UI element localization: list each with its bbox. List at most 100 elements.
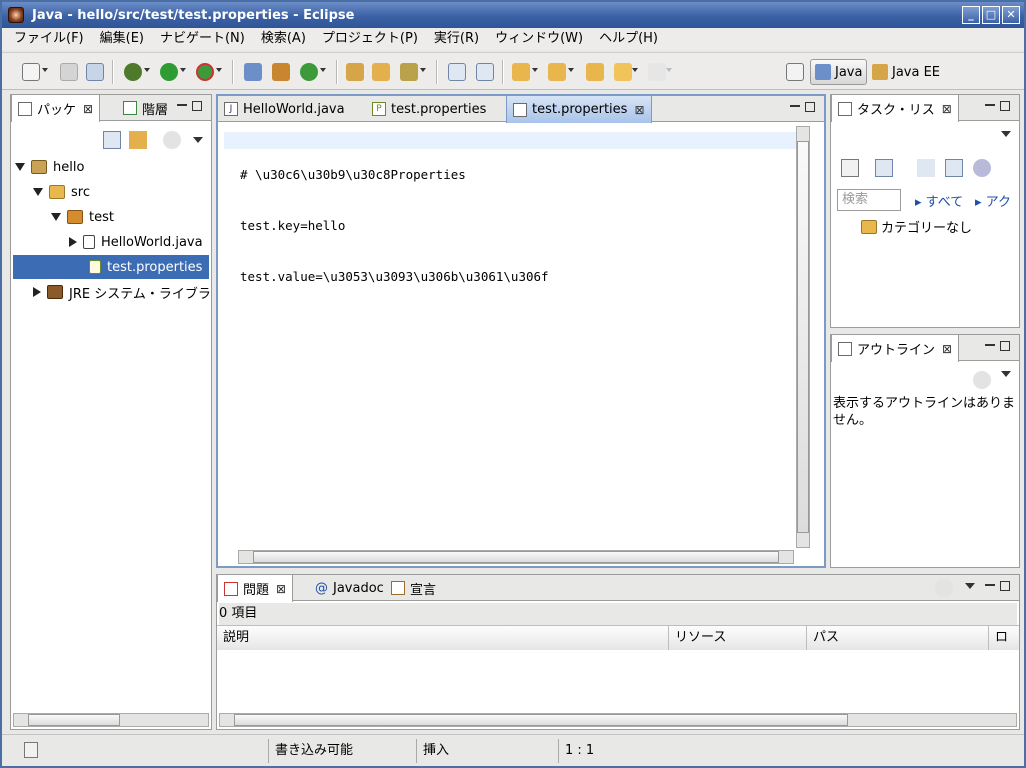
run-dropdown-icon[interactable] xyxy=(180,68,186,72)
debug-dropdown-icon[interactable] xyxy=(144,68,150,72)
tab-hierarchy[interactable]: 階層 xyxy=(117,95,174,121)
outline-action-icon[interactable] xyxy=(973,371,991,389)
new-dropdown-icon[interactable] xyxy=(42,68,48,72)
expand-icon[interactable] xyxy=(51,213,61,221)
forward-icon[interactable] xyxy=(648,63,666,81)
print-icon[interactable] xyxy=(86,63,104,81)
tab-helloworld-java[interactable]: J HelloWorld.java xyxy=(218,96,351,122)
view-menu-dropdown-icon[interactable] xyxy=(193,137,203,143)
new-class-icon[interactable] xyxy=(300,63,318,81)
minimize-icon[interactable] xyxy=(177,104,187,107)
run-icon[interactable] xyxy=(160,63,178,81)
maximize-icon[interactable] xyxy=(192,101,202,111)
perspective-java[interactable]: Java xyxy=(810,59,868,85)
view-menu-icon[interactable] xyxy=(163,131,181,149)
debug-icon[interactable] xyxy=(124,63,142,81)
filter-all-link[interactable]: ▸ すべて xyxy=(915,191,963,210)
tab-test-properties-2[interactable]: test.properties ⊠ xyxy=(506,96,652,123)
maximize-window-button[interactable]: □ xyxy=(982,6,1000,24)
new-icon[interactable] xyxy=(22,63,40,81)
horizontal-scrollbar[interactable] xyxy=(238,550,794,564)
fast-view-icon[interactable] xyxy=(24,742,38,758)
expand-icon[interactable] xyxy=(33,287,41,297)
show-whitespace-icon[interactable] xyxy=(476,63,494,81)
horizontal-scrollbar[interactable] xyxy=(13,713,209,727)
close-icon[interactable]: ⊠ xyxy=(942,342,952,356)
perspective-java-ee[interactable]: Java EE xyxy=(868,59,944,85)
task-category-row[interactable]: カテゴリーなし xyxy=(861,217,972,236)
open-folder-icon[interactable] xyxy=(372,63,390,81)
synchronize-icon[interactable] xyxy=(973,159,991,177)
search-dropdown-icon[interactable] xyxy=(420,68,426,72)
open-type-icon[interactable] xyxy=(346,63,364,81)
task-search-input[interactable]: 検索 xyxy=(837,189,901,211)
tab-package-explorer[interactable]: パッケ ⊠ xyxy=(11,95,101,122)
column-resource[interactable]: リソース xyxy=(669,626,807,650)
tree-node-jre-library[interactable]: JRE システム・ライブラ xyxy=(33,280,211,304)
minimize-icon[interactable] xyxy=(985,104,995,107)
open-perspective-icon[interactable] xyxy=(786,63,804,81)
tab-declaration[interactable]: 宣言 xyxy=(385,575,442,601)
close-window-button[interactable]: ✕ xyxy=(1002,6,1020,24)
back-icon[interactable] xyxy=(614,63,632,81)
menu-search[interactable]: 検索(A) xyxy=(253,28,314,50)
column-path[interactable]: パス xyxy=(807,626,989,650)
minimize-icon[interactable] xyxy=(985,584,995,587)
tab-javadoc[interactable]: @ Javadoc xyxy=(309,575,390,601)
view-menu-dropdown-icon[interactable] xyxy=(1001,131,1011,137)
scrollbar-thumb[interactable] xyxy=(253,551,779,563)
link-with-editor-icon[interactable] xyxy=(129,131,147,149)
close-icon[interactable]: ⊠ xyxy=(83,102,93,116)
menu-navigate[interactable]: ナビゲート(N) xyxy=(152,28,253,50)
tree-node-test[interactable]: test xyxy=(51,205,201,229)
expand-icon[interactable] xyxy=(33,188,43,196)
close-icon[interactable]: ⊠ xyxy=(634,103,644,117)
external-tools-dropdown-icon[interactable] xyxy=(216,68,222,72)
new-package-icon[interactable] xyxy=(272,63,290,81)
expand-icon[interactable] xyxy=(15,163,25,171)
minimize-icon[interactable] xyxy=(985,344,995,347)
save-icon[interactable] xyxy=(60,63,78,81)
filter-completed-icon[interactable] xyxy=(917,159,935,177)
new-task-icon[interactable] xyxy=(841,159,859,177)
tab-test-properties-1[interactable]: P test.properties xyxy=(366,96,492,122)
maximize-icon[interactable] xyxy=(1000,101,1010,111)
collapse-all-icon[interactable] xyxy=(103,131,121,149)
tab-problems[interactable]: 問題 ⊠ xyxy=(217,575,294,602)
forward-dropdown-icon[interactable] xyxy=(666,68,672,72)
menu-window[interactable]: ウィンドウ(W) xyxy=(487,28,591,50)
menu-run[interactable]: 実行(R) xyxy=(426,28,487,50)
next-annotation-dropdown-icon[interactable] xyxy=(532,68,538,72)
problems-action-icon[interactable] xyxy=(935,579,953,597)
tab-outline[interactable]: アウトライン ⊠ xyxy=(831,335,960,362)
editor-text-area[interactable]: # \u30c6\u30b9\u30c8Properties test.key=… xyxy=(240,132,549,319)
scrollbar-thumb[interactable] xyxy=(797,141,809,533)
categorize-icon[interactable] xyxy=(875,159,893,177)
column-description[interactable]: 説明 xyxy=(217,626,669,650)
maximize-icon[interactable] xyxy=(1000,581,1010,591)
search-icon[interactable] xyxy=(400,63,418,81)
scrollbar-thumb[interactable] xyxy=(28,714,120,726)
view-menu-dropdown-icon[interactable] xyxy=(1001,371,1011,377)
minimize-icon[interactable] xyxy=(790,105,800,108)
tree-node-helloworld-java[interactable]: HelloWorld.java xyxy=(69,230,207,254)
menu-file[interactable]: ファイル(F) xyxy=(6,28,92,50)
next-annotation-icon[interactable] xyxy=(512,63,530,81)
last-edit-location-icon[interactable] xyxy=(586,63,604,81)
view-menu-dropdown-icon[interactable] xyxy=(965,583,975,589)
close-icon[interactable]: ⊠ xyxy=(276,582,286,596)
tab-task-list[interactable]: タスク・リス ⊠ xyxy=(831,95,959,122)
tree-node-test-properties[interactable]: test.properties xyxy=(13,255,209,279)
filter-activate-link[interactable]: ▸ アク xyxy=(975,191,1011,210)
menu-help[interactable]: ヘルプ(H) xyxy=(591,28,666,50)
close-icon[interactable]: ⊠ xyxy=(942,102,952,116)
tree-node-hello[interactable]: hello xyxy=(15,155,205,179)
minimize-window-button[interactable]: _ xyxy=(962,6,980,24)
new-class-dropdown-icon[interactable] xyxy=(320,68,326,72)
vertical-scrollbar[interactable] xyxy=(796,126,810,548)
horizontal-scrollbar[interactable] xyxy=(219,713,1017,727)
external-tools-icon[interactable] xyxy=(196,63,214,81)
toggle-breadcrumb-icon[interactable] xyxy=(448,63,466,81)
tree-node-src[interactable]: src xyxy=(33,180,203,204)
scrollbar-thumb[interactable] xyxy=(234,714,848,726)
